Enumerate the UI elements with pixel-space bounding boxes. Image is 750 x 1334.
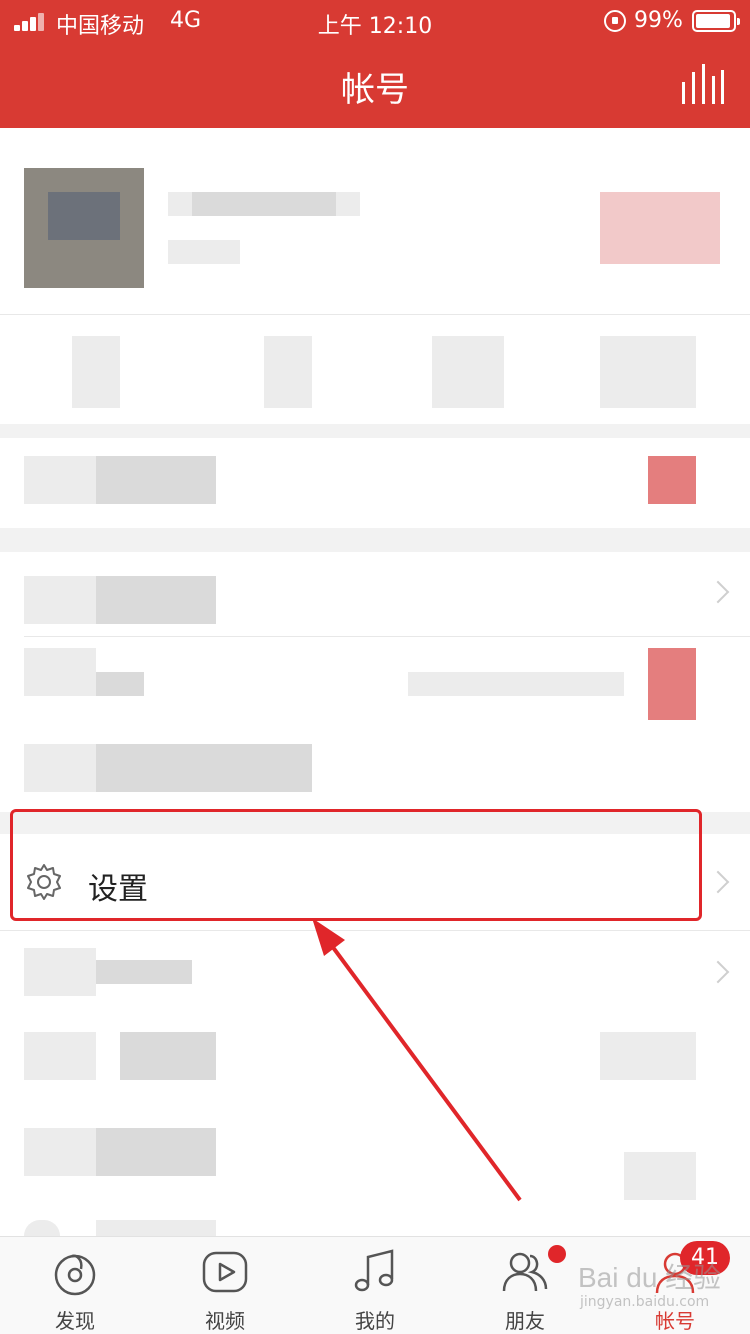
music-note-icon: [354, 1249, 394, 1292]
battery-percent: 99%: [634, 8, 683, 33]
tab-discover[interactable]: 发现: [0, 1237, 150, 1334]
discover-icon: [54, 1254, 96, 1296]
video-icon: [202, 1251, 248, 1293]
tab-label: 我的: [355, 1309, 395, 1333]
annotation-arrow: [312, 918, 522, 1202]
battery-icon: [692, 10, 740, 32]
tab-video[interactable]: 视频: [150, 1237, 300, 1334]
tab-label: 视频: [205, 1309, 245, 1333]
baidu-watermark: Bai du 经验 jingyan.baidu.com: [578, 1256, 748, 1326]
tab-label: 发现: [55, 1309, 95, 1333]
account-content: 设置: [0, 128, 750, 1236]
rotation-lock-icon: [604, 10, 626, 32]
watermark-logo: Bai du 经验: [578, 1262, 722, 1293]
page-title: 帐号: [341, 70, 409, 110]
friends-icon: [502, 1252, 548, 1292]
tab-my-music[interactable]: 我的: [300, 1237, 450, 1334]
notification-dot: [548, 1245, 566, 1263]
watermark-url: jingyan.baidu.com: [580, 1294, 710, 1310]
top-bar: 中国移动 4G 上午 12:10 99% 帐号: [0, 0, 750, 128]
status-bar: 中国移动 4G 上午 12:10 99%: [0, 0, 750, 42]
now-playing-icon[interactable]: [680, 64, 724, 104]
